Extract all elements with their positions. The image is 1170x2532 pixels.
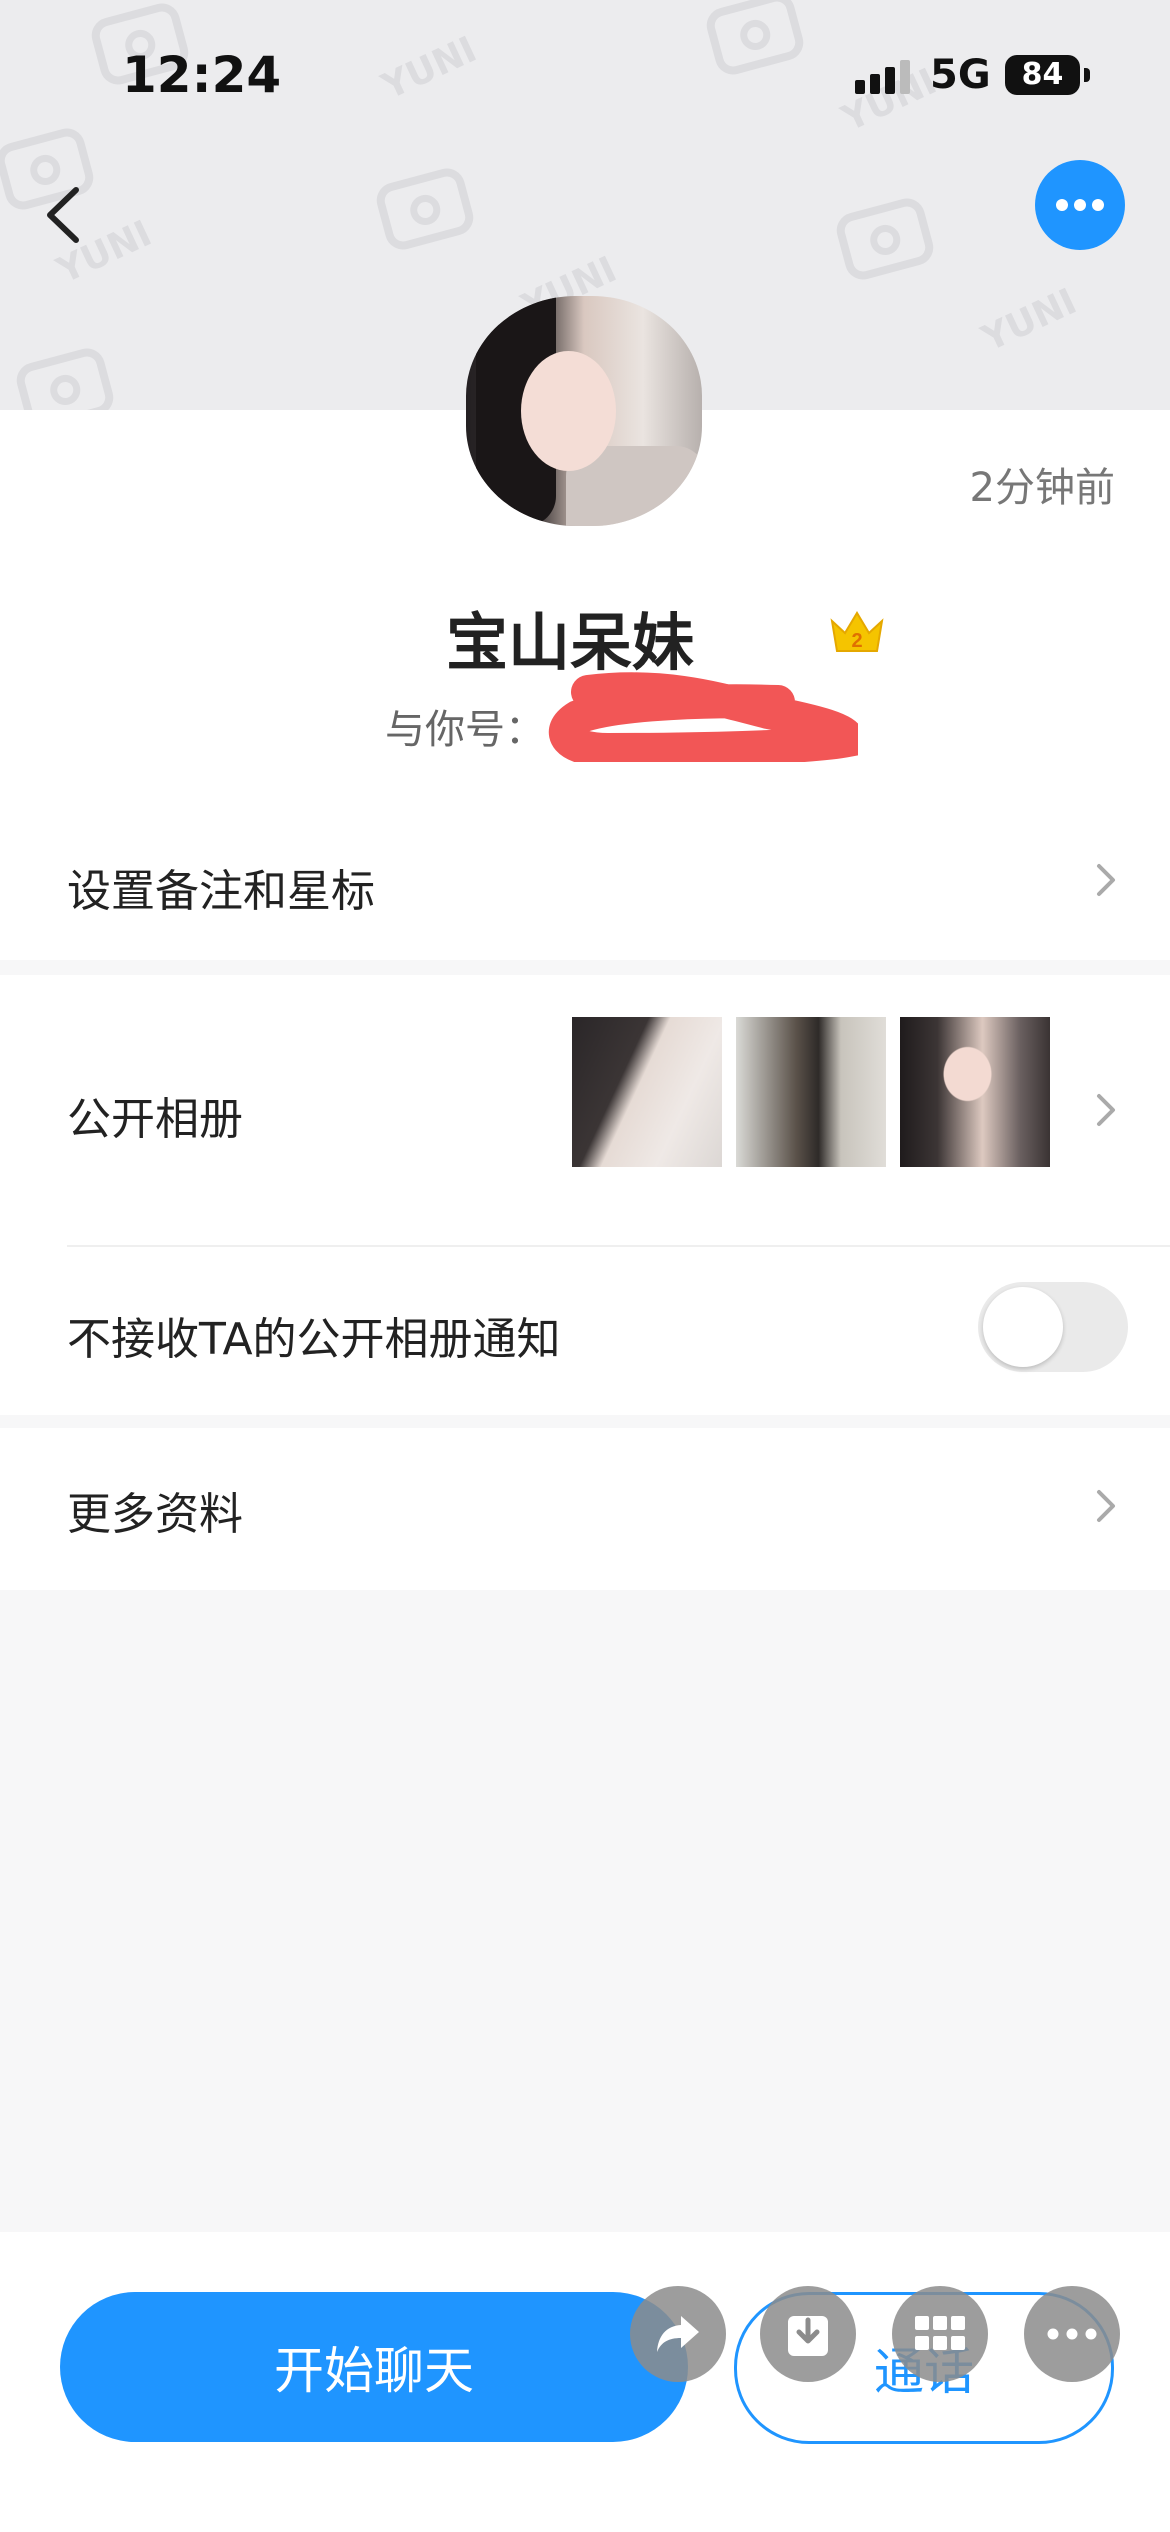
battery-tip <box>1084 68 1090 82</box>
grid-icon <box>915 2316 965 2350</box>
profile-name-text: 宝山呆妹 <box>445 606 694 679</box>
share-button[interactable] <box>630 2286 726 2382</box>
toggle-knob <box>983 1287 1063 1367</box>
remark-row[interactable]: 设置备注和星标 <box>0 800 1170 960</box>
download-icon <box>788 2316 828 2356</box>
grid-menu-button[interactable] <box>892 2286 988 2382</box>
more-info-row[interactable]: 更多资料 <box>0 1428 1170 1590</box>
network-type: 5G <box>930 52 991 98</box>
svg-text:2: 2 <box>851 630 862 652</box>
more-actions-button[interactable] <box>1024 2286 1120 2382</box>
chevron-right-icon <box>1097 864 1115 896</box>
status-time: 12:24 <box>122 46 282 104</box>
save-button[interactable] <box>760 2286 856 2382</box>
battery-icon: 84 <box>1005 55 1080 95</box>
last-seen-time: 2分钟前 <box>969 465 1115 511</box>
public-album-label: 公开相册 <box>67 1094 243 1145</box>
redaction-scribble <box>548 672 866 768</box>
crown-icon: 2 <box>828 607 886 657</box>
chevron-right-icon <box>1097 1490 1115 1522</box>
album-photo[interactable] <box>572 1017 722 1167</box>
ellipsis-icon <box>1047 2328 1097 2340</box>
album-photo[interactable] <box>736 1017 886 1167</box>
album-notify-label: 不接收TA的公开相册通知 <box>67 1314 561 1365</box>
album-notify-row: 不接收TA的公开相册通知 <box>0 1245 1170 1415</box>
camera-watermark-icon <box>372 164 478 254</box>
cellular-signal-icon <box>855 58 910 94</box>
back-button[interactable] <box>38 180 98 250</box>
album-thumbnails <box>572 1017 1050 1167</box>
account-label: 与你号： <box>385 707 545 753</box>
chevron-left-icon <box>47 187 79 243</box>
camera-watermark-icon <box>832 194 938 284</box>
row-divider <box>67 1245 1170 1247</box>
public-album-row[interactable]: 公开相册 <box>0 975 1170 1245</box>
chevron-right-icon <box>1097 1094 1115 1126</box>
bottom-action-bar: 开始聊天 通话 <box>0 2232 1170 2532</box>
start-chat-button[interactable]: 开始聊天 <box>60 2292 688 2442</box>
watermark-text: YUNI <box>975 281 1083 360</box>
profile-name: 宝山呆妹 <box>0 592 1170 682</box>
status-bar: 12:24 5G 84 <box>0 0 1170 150</box>
album-notify-toggle[interactable] <box>978 1282 1128 1372</box>
more-options-button[interactable] <box>1035 160 1125 250</box>
more-info-label: 更多资料 <box>67 1489 243 1540</box>
avatar[interactable] <box>466 296 702 526</box>
remark-label: 设置备注和星标 <box>67 866 375 917</box>
avatar-face <box>521 351 616 471</box>
share-arrow-icon <box>657 2316 699 2352</box>
ellipsis-icon <box>1056 199 1104 211</box>
camera-watermark-icon <box>12 344 118 410</box>
album-photo[interactable] <box>900 1017 1050 1167</box>
